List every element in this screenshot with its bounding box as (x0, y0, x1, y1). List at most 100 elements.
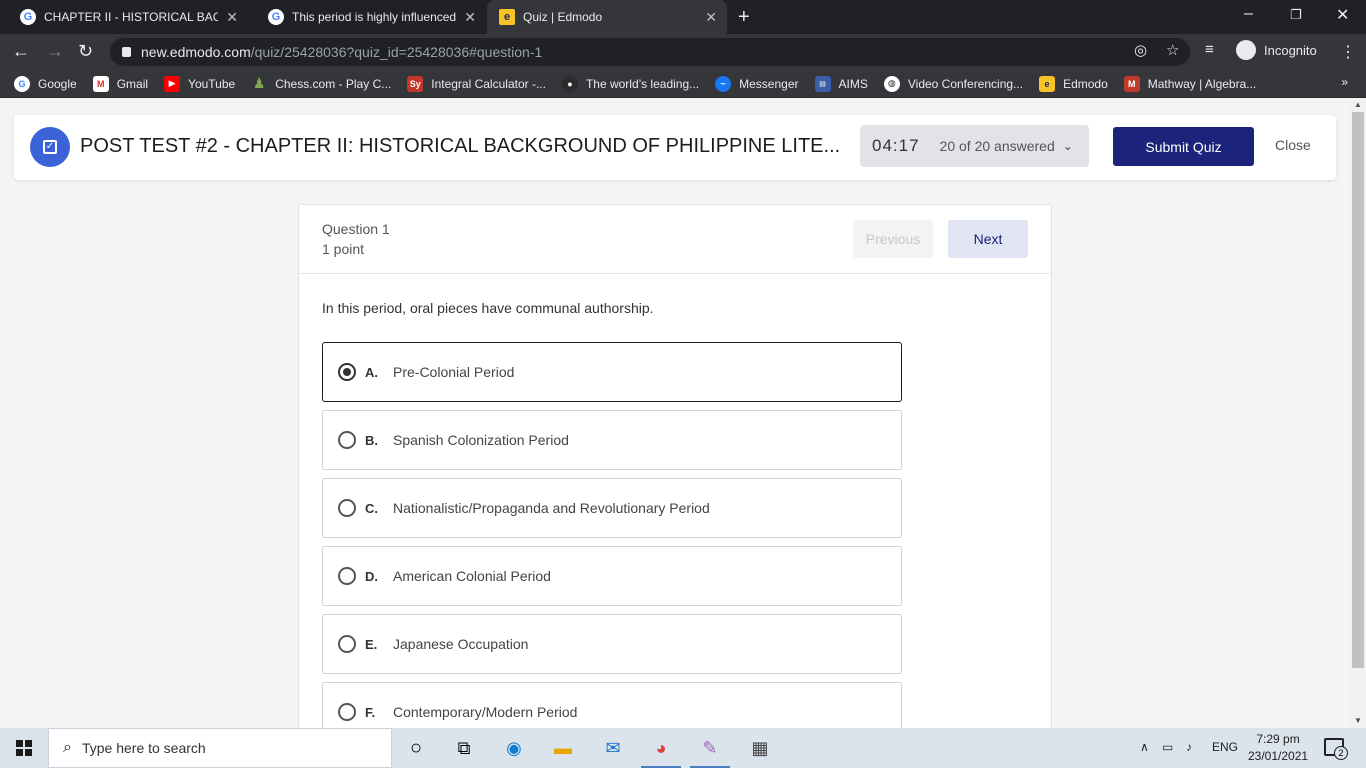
more-menu-icon[interactable]: ⋮ (1340, 42, 1356, 62)
language-indicator[interactable]: ENG (1212, 740, 1238, 754)
radio-button[interactable] (338, 635, 356, 653)
bookmark-label: Edmodo (1063, 76, 1108, 91)
chrome-icon[interactable]: ◕ (649, 736, 673, 760)
quiz-icon: ✓ (30, 127, 70, 167)
close-tab-icon[interactable]: ✕ (705, 9, 717, 26)
task-view-icon[interactable]: ⧉ (452, 736, 476, 760)
lock-icon (122, 47, 131, 57)
bookmark-mathway[interactable]: M Mathway | Algebra... (1123, 75, 1256, 92)
minimize-icon[interactable]: – (1244, 5, 1253, 23)
submit-quiz-button[interactable]: Submit Quiz (1113, 127, 1254, 166)
option-text: Pre-Colonial Period (393, 364, 515, 380)
browser-tab-active[interactable]: e Quiz | Edmodo ✕ (487, 0, 727, 34)
bookmark-messenger[interactable]: ~ Messenger (715, 75, 799, 92)
chevron-down-icon: ⌄ (1062, 139, 1073, 153)
bookmark-chess[interactable]: ♟ Chess.com - Play C... (251, 75, 392, 92)
browser-toolbar: ← → ↻ new.edmodo.com/quiz/25428036?quiz_… (0, 34, 1366, 70)
aims-icon: ▤ (814, 75, 831, 92)
bookmark-aims[interactable]: ▤ AIMS (814, 75, 868, 92)
page-scrollbar[interactable]: ▲ ▼ (1350, 98, 1366, 728)
github-icon: ● (561, 75, 578, 92)
option-letter: B. (365, 432, 378, 448)
messenger-icon: ~ (715, 75, 732, 92)
bookmark-github[interactable]: ● The world’s leading... (561, 75, 699, 92)
bookmark-label: YouTube (188, 76, 236, 91)
more-bookmarks-icon[interactable]: » (1341, 75, 1348, 89)
tab-title: Quiz | Edmodo (523, 10, 603, 24)
radio-button[interactable] (338, 431, 356, 449)
quiz-timer: 04:17 (872, 136, 920, 155)
radio-button[interactable] (338, 499, 356, 517)
file-explorer-icon[interactable]: ▬ (551, 736, 575, 760)
answer-options: A. Pre-Colonial Period B. Spanish Coloni… (322, 342, 902, 728)
browser-tab[interactable]: G This period is highly influenced b ✕ (248, 0, 486, 34)
question-card-header: Question 1 1 point Previous Next (299, 205, 1051, 274)
forward-icon[interactable]: → (46, 41, 64, 62)
radio-button[interactable] (338, 703, 356, 721)
mail-icon[interactable]: ✉ (601, 736, 625, 760)
previous-button[interactable]: Previous (853, 220, 933, 258)
radio-button[interactable] (338, 567, 356, 585)
next-button[interactable]: Next (948, 220, 1028, 258)
answer-option[interactable]: D. American Colonial Period (322, 546, 902, 606)
eye-off-icon[interactable]: ◎ (1134, 41, 1147, 59)
edge-icon[interactable]: ◉ (502, 736, 526, 760)
reload-icon[interactable]: ↻ (78, 41, 93, 62)
bookmark-google[interactable]: G Google (14, 75, 77, 92)
edmodo-icon: e (1039, 75, 1056, 92)
windows-start-icon[interactable] (16, 740, 32, 756)
cortana-icon[interactable]: ○ (404, 736, 428, 760)
answer-option[interactable]: C. Nationalistic/Propaganda and Revoluti… (322, 478, 902, 538)
option-text: Japanese Occupation (393, 636, 529, 652)
google-icon: G (14, 75, 30, 92)
globe-icon: ◍ (883, 75, 900, 92)
edmodo-icon: e (499, 9, 515, 25)
bookmark-youtube[interactable]: ▶ YouTube (164, 75, 236, 92)
bookmark-label: Gmail (116, 76, 149, 91)
restore-icon[interactable]: ❐ (1290, 7, 1302, 23)
address-bar[interactable]: new.edmodo.com/quiz/25428036?quiz_id=254… (110, 38, 1190, 66)
reading-list-icon[interactable]: ≡ (1205, 41, 1214, 58)
progress-dropdown[interactable]: 04:17 20 of 20 answered ⌄ (860, 125, 1089, 167)
chevron-up-icon[interactable]: ∧ (1140, 740, 1149, 754)
volume-icon[interactable]: ♪ (1186, 740, 1192, 754)
scroll-up-icon[interactable]: ▲ (1354, 100, 1362, 109)
answer-option[interactable]: B. Spanish Colonization Period (322, 410, 902, 470)
radio-button[interactable] (338, 363, 356, 381)
incognito-badge[interactable]: Incognito (1236, 40, 1317, 60)
taskbar-search[interactable]: ⌕ Type here to search (48, 728, 392, 768)
bookmark-label: Google (38, 76, 77, 91)
close-tab-icon[interactable]: ✕ (226, 9, 238, 26)
browser-tab[interactable]: G CHAPTER II - HISTORICAL BACKG ✕ (0, 0, 248, 34)
scroll-down-icon[interactable]: ▼ (1354, 716, 1362, 725)
system-clock[interactable]: 7:29 pm 23/01/2021 (1248, 731, 1308, 765)
option-letter: F. (365, 704, 376, 720)
close-tab-icon[interactable]: ✕ (464, 9, 476, 26)
star-icon[interactable]: ☆ (1166, 41, 1179, 59)
close-button[interactable]: Close (1275, 137, 1311, 153)
bookmark-gmail[interactable]: M Gmail (92, 75, 149, 92)
gmail-icon: M (92, 75, 109, 92)
bookmark-edmodo[interactable]: e Edmodo (1039, 75, 1108, 92)
answer-option[interactable]: A. Pre-Colonial Period (322, 342, 902, 402)
option-text: Contemporary/Modern Period (393, 704, 578, 720)
answer-option[interactable]: F. Contemporary/Modern Period (322, 682, 902, 728)
bookmark-integral-calculator[interactable]: Sy Integral Calculator -... (407, 75, 546, 92)
tab-title: CHAPTER II - HISTORICAL BACKG (44, 10, 219, 24)
new-tab-icon[interactable]: + (738, 6, 750, 29)
close-window-icon[interactable]: ✕ (1336, 5, 1349, 25)
scrollbar-thumb[interactable] (1352, 112, 1364, 668)
back-icon[interactable]: ← (12, 41, 30, 62)
answer-option[interactable]: E. Japanese Occupation (322, 614, 902, 674)
search-placeholder: Type here to search (81, 740, 206, 756)
option-letter: E. (365, 636, 378, 652)
notification-center-icon[interactable]: 2 (1324, 738, 1348, 760)
mathway-icon: M (1123, 75, 1140, 92)
network-icon[interactable]: ▭ (1162, 740, 1173, 754)
bookmark-label: Chess.com - Play C... (275, 76, 392, 91)
paint-icon[interactable]: ✎ (698, 736, 722, 760)
question-number: Question 1 (322, 221, 390, 237)
option-letter: D. (365, 568, 378, 584)
calculator-icon[interactable]: ▦ (748, 736, 772, 760)
bookmark-video-conferencing[interactable]: ◍ Video Conferencing... (883, 75, 1023, 92)
